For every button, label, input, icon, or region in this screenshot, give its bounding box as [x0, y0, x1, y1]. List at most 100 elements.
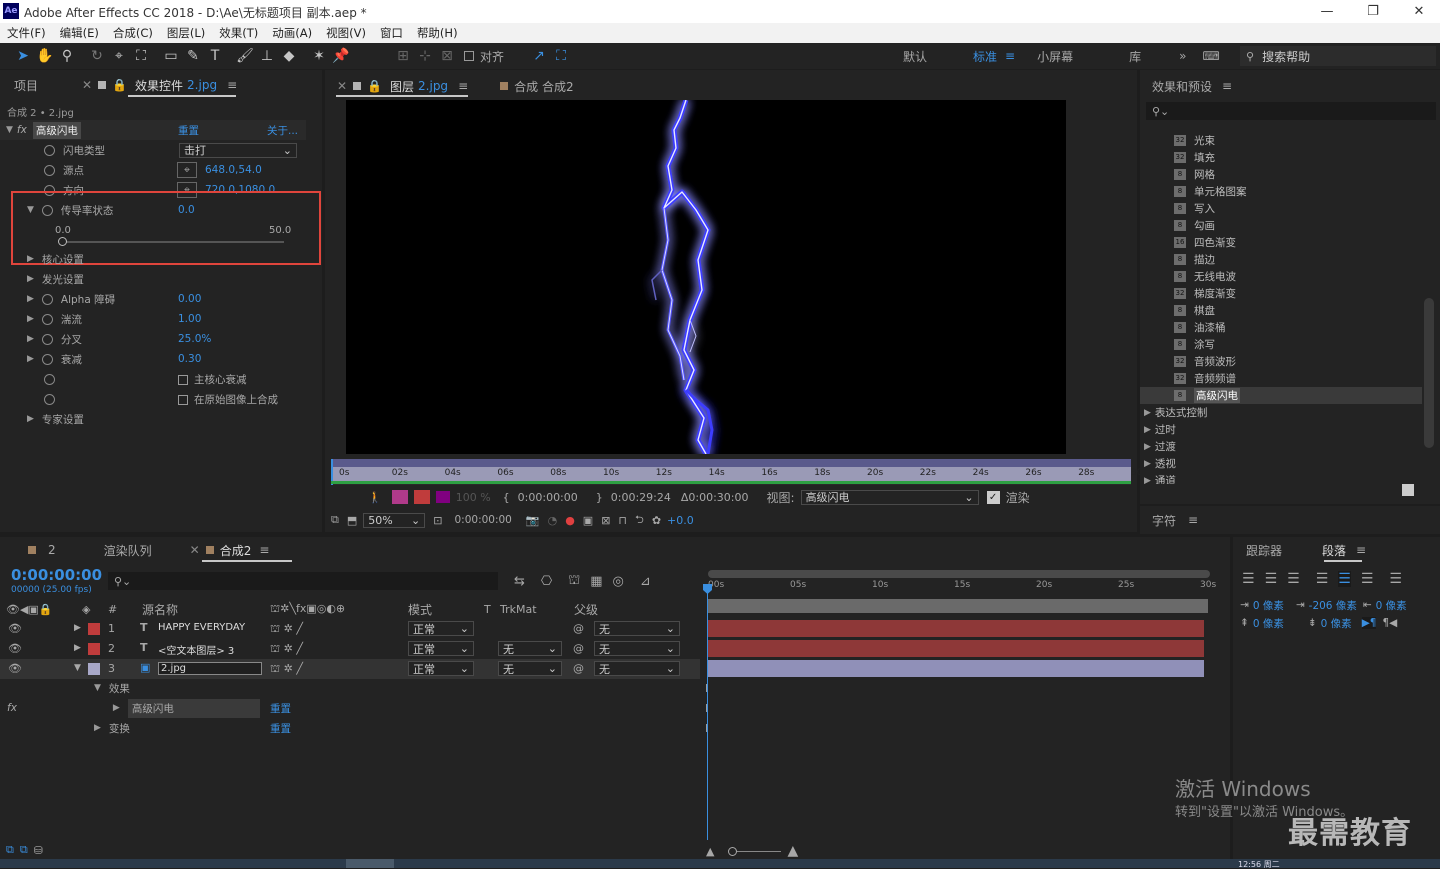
workspace-small-screen[interactable]: 小屏幕: [1037, 48, 1073, 65]
character-title[interactable]: 字符: [1152, 512, 1176, 529]
effects-scrollbar[interactable]: [1424, 298, 1434, 448]
layer-switches[interactable]: ⛫ ✲ ╱: [270, 662, 303, 677]
effect-list-item[interactable]: 32 音频频谱: [1140, 370, 1422, 387]
align-center-icon[interactable]: ☰: [1265, 571, 1278, 587]
expand-icon[interactable]: ▶: [27, 414, 34, 424]
expand-icon[interactable]: ▶: [94, 723, 101, 733]
effect-list-item[interactable]: 32 光束: [1140, 132, 1422, 149]
layer-label-color[interactable]: [88, 663, 100, 675]
trkmat-dropdown[interactable]: 无 ⌄: [498, 641, 562, 656]
workspace-standard[interactable]: 标准: [973, 48, 997, 65]
timeline-ruler[interactable]: 00s 05s 10s 15s 20s 25s 30s: [708, 580, 1216, 596]
main-core-decay-checkbox[interactable]: [178, 374, 188, 385]
menu-effect[interactable]: 效果(T): [219, 25, 258, 41]
mode-dropdown[interactable]: 正常 ⌄: [408, 621, 474, 636]
zoom-slider-knob[interactable]: [728, 846, 738, 856]
snap-checkbox[interactable]: [464, 51, 474, 61]
zoom-in-icon[interactable]: ▲: [787, 843, 798, 859]
layer-bar-3[interactable]: [708, 660, 1204, 677]
transparency-grid-icon[interactable]: ▣: [583, 514, 593, 527]
help-search-box[interactable]: ⚲ 搜索帮助: [1240, 46, 1436, 66]
stopwatch-icon[interactable]: [44, 393, 55, 405]
panel-menu-icon[interactable]: ≡: [1222, 79, 1232, 93]
effect-list-item[interactable]: 8 勾画: [1140, 217, 1422, 234]
col-source-name[interactable]: 源名称: [142, 601, 178, 618]
shy-layers-icon[interactable]: ⛫: [568, 573, 580, 590]
layer-switches[interactable]: ⛫ ✲ ╱: [270, 642, 303, 657]
tab-tracker[interactable]: 跟踪器: [1246, 542, 1282, 559]
effect-list-item[interactable]: 8 写入: [1140, 200, 1422, 217]
effect-list-item[interactable]: 32 梯度渐变: [1140, 285, 1422, 302]
visibility-eye-icon[interactable]: 👁: [8, 642, 22, 655]
always-preview-icon[interactable]: ⧉: [331, 513, 339, 527]
eraser-tool-icon[interactable]: ◆: [278, 45, 300, 67]
in-point-icon[interactable]: {: [503, 491, 510, 504]
expand-icon[interactable]: ▼: [74, 663, 81, 673]
canvas[interactable]: [346, 100, 1066, 454]
layer-row[interactable]: 👁 ▼ 3 ▣ 2.jpg ⛫ ✲ ╱ 正常 ⌄ 无 ⌄ @ 无 ⌄: [0, 659, 700, 679]
region-icon[interactable]: ⬒: [347, 514, 357, 527]
composite-original-option[interactable]: 在原始图像上合成: [178, 392, 278, 407]
out-point-icon[interactable]: }: [596, 491, 603, 504]
origin-value[interactable]: 648.0,54.0: [205, 164, 262, 176]
opacity-value[interactable]: 100 %: [456, 491, 491, 504]
effect-list-item[interactable]: 8 油漆桶: [1140, 319, 1422, 336]
tab-comp-2[interactable]: 2: [48, 543, 56, 557]
turbulence-value[interactable]: 1.00: [178, 313, 201, 325]
tab-paragraph[interactable]: 段落: [1322, 542, 1346, 559]
menu-view[interactable]: 视图(V): [326, 25, 366, 41]
expand-icon[interactable]: ▶: [113, 703, 120, 713]
effect-list-item[interactable]: 8 棋盘: [1140, 302, 1422, 319]
composite-original-checkbox[interactable]: [178, 394, 188, 405]
layer-bar-1[interactable]: [708, 620, 1204, 637]
effect-name[interactable]: 高级闪电: [32, 121, 81, 139]
effect-category[interactable]: ▶ 过时: [1144, 421, 1176, 438]
sync-settings-icon[interactable]: ⌨: [1202, 49, 1219, 63]
hand-tool-icon[interactable]: ✋: [34, 45, 56, 67]
effects-presets-title[interactable]: 效果和预设: [1152, 78, 1212, 95]
zoom-tool-icon[interactable]: ⚲: [56, 45, 78, 67]
effect-list-item[interactable]: 8 描边: [1140, 251, 1422, 268]
graph-editor-icon[interactable]: ⊿: [640, 574, 651, 589]
viewer-time-ruler[interactable]: 0s 02s 04s 06s 08s 10s 12s 14s 16s 18s 20s 22s 24s 26…: [331, 459, 1147, 485]
rotate-tool-icon[interactable]: ↻: [86, 45, 108, 67]
parent-dropdown[interactable]: 无 ⌄: [594, 661, 680, 676]
layer-bar-2[interactable]: [708, 640, 1204, 657]
pick-whip-icon[interactable]: @: [573, 662, 584, 675]
snap-edges-icon[interactable]: ↗: [528, 45, 550, 67]
panel-menu-icon[interactable]: ≡: [1188, 513, 1198, 527]
tab-composition[interactable]: 合成 合成2: [514, 78, 573, 95]
main-core-decay-option[interactable]: 主核心衰减: [178, 372, 247, 387]
effect-expand-icon[interactable]: ▼: [6, 125, 13, 135]
stopwatch-icon[interactable]: [41, 353, 53, 365]
indent-left-value[interactable]: 0 像素: [1253, 598, 1284, 613]
crosshair-icon[interactable]: ⌖: [177, 162, 197, 178]
tab-effect-controls[interactable]: 效果控件: [135, 77, 183, 94]
expand-icon[interactable]: ▶: [27, 254, 34, 264]
expand-icon[interactable]: ▶: [27, 354, 34, 364]
ltr-direction-icon[interactable]: ▶¶: [1361, 617, 1377, 629]
motion-blur-icon[interactable]: [391, 490, 408, 504]
close-button[interactable]: ✕: [1396, 0, 1440, 22]
in-point-value[interactable]: 0:00:00:00: [518, 491, 578, 504]
color-swatch-icon[interactable]: [435, 491, 450, 503]
draft-3d-icon[interactable]: [413, 490, 430, 504]
menu-edit[interactable]: 编辑(E): [60, 25, 99, 41]
parent-dropdown[interactable]: 无 ⌄: [594, 641, 680, 656]
panel-close-icon[interactable]: ✕: [337, 79, 347, 93]
effect-category[interactable]: ▶ 表达式控制: [1144, 404, 1207, 421]
layer-row[interactable]: 👁 ▶ 1 T HAPPY EVERYDAY ⛫ ✲ ╱ 正常 ⌄ @ 无 ⌄: [0, 619, 700, 639]
draft-3d-toggle-icon[interactable]: ⎔: [541, 574, 552, 589]
stopwatch-icon[interactable]: [41, 333, 53, 345]
expand-icon[interactable]: ▼: [94, 683, 101, 693]
layer-row[interactable]: 👁 ▶ 2 T <空文本图层> 3 ⛫ ✲ ╱ 正常 ⌄ 无 ⌄ @ 无 ⌄: [0, 639, 700, 659]
layer-name[interactable]: 2.jpg: [158, 662, 262, 675]
pick-whip-icon[interactable]: @: [573, 622, 584, 635]
effect-about-link[interactable]: 关于...: [267, 123, 298, 138]
camera-tool-icon[interactable]: ⌖: [108, 45, 130, 67]
effect-list-item[interactable]: 8 高级闪电: [1140, 387, 1422, 404]
effect-reset-link[interactable]: 重置: [270, 701, 291, 716]
world-axis-icon[interactable]: ⊹: [414, 45, 436, 67]
effect-item-name[interactable]: 高级闪电: [127, 698, 260, 718]
viewer-timecode[interactable]: 0:00:00:00: [454, 514, 511, 526]
